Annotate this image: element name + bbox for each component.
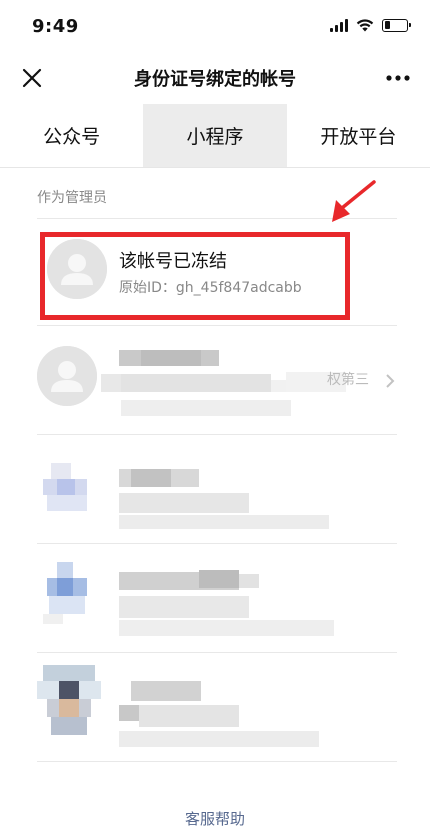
- highlight-box: [40, 232, 350, 320]
- customer-service-help-link[interactable]: 客服帮助: [0, 808, 430, 829]
- tab-official-account[interactable]: 公众号: [0, 104, 143, 167]
- list-item[interactable]: [37, 435, 397, 544]
- nav-bar: 身份证号绑定的帐号: [0, 52, 430, 104]
- account-list: 该帐号已冻结 原始ID：gh_45f847adcabb 权第三: [37, 218, 397, 762]
- annotation-arrow-icon: [332, 180, 376, 222]
- more-icon[interactable]: [384, 66, 412, 90]
- obscured-text-block: [119, 681, 319, 747]
- obscured-text-block: [119, 469, 329, 529]
- avatar: [43, 463, 87, 511]
- account-type-tabs: 公众号 小程序 开放平台: [0, 104, 430, 168]
- obscured-text-block: [119, 570, 334, 636]
- battery-icon: [382, 18, 411, 32]
- avatar: [37, 665, 101, 735]
- page-title: 身份证号绑定的帐号: [134, 69, 296, 90]
- section-label: 作为管理员: [37, 190, 107, 206]
- list-item[interactable]: 该帐号已冻结 原始ID：gh_45f847adcabb: [37, 219, 397, 326]
- wifi-icon: [356, 19, 374, 32]
- tab-mini-program[interactable]: 小程序: [143, 104, 287, 167]
- list-item[interactable]: [37, 544, 397, 653]
- obscured-text-block: [101, 350, 346, 416]
- cellular-signal-icon: [330, 18, 348, 32]
- avatar: [43, 562, 87, 624]
- status-icons: [330, 18, 411, 32]
- status-time: 9:49: [32, 16, 79, 37]
- list-item[interactable]: 权第三: [37, 326, 397, 435]
- list-item[interactable]: [37, 653, 397, 762]
- status-bar: 9:49: [0, 0, 430, 52]
- account-side-text: 权第三: [327, 372, 369, 388]
- battery-fill: [384, 21, 390, 29]
- avatar: [37, 346, 97, 406]
- chevron-right-icon: [386, 374, 395, 388]
- default-avatar-icon: [37, 346, 97, 406]
- tab-open-platform[interactable]: 开放平台: [287, 104, 430, 167]
